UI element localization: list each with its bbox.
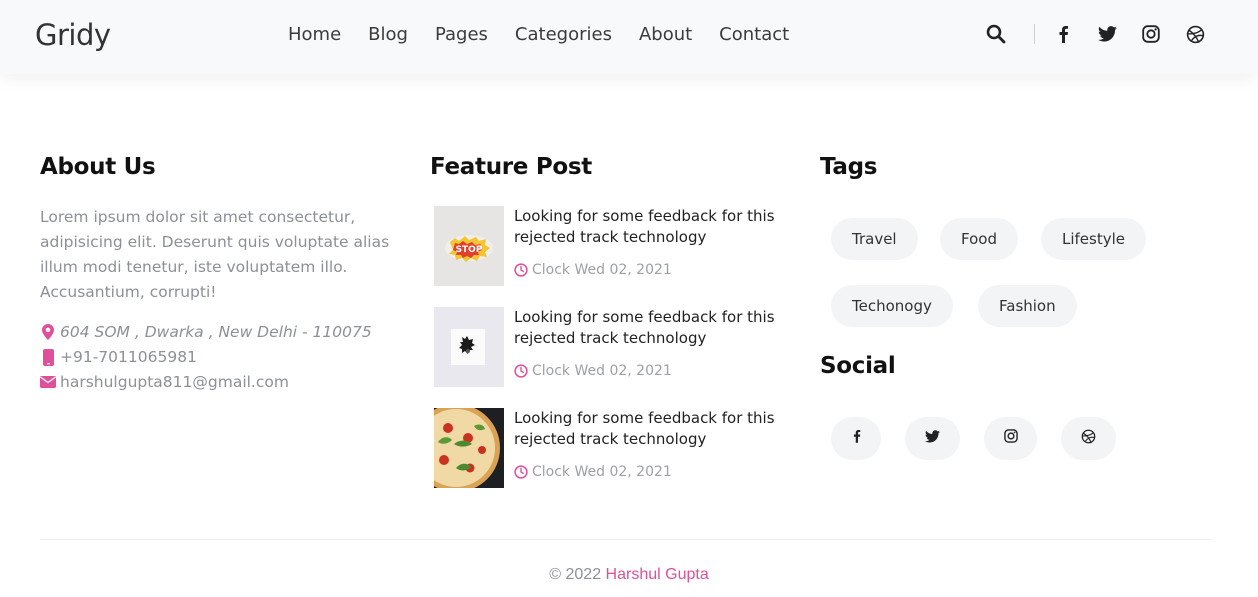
facebook-icon: [852, 429, 861, 448]
phone-icon: [40, 348, 56, 366]
address-line: 604 SOM , Dwarka , New Delhi - 110075: [40, 323, 372, 341]
instagram-icon[interactable]: [1140, 22, 1162, 46]
post-date: Clock Wed 02, 2021: [532, 464, 672, 480]
tag-technology[interactable]: Techonogy: [831, 285, 953, 327]
post-thumbnail[interactable]: [434, 307, 504, 387]
address-text: 604 SOM , Dwarka , New Delhi - 110075: [60, 323, 372, 341]
tag-travel[interactable]: Travel: [831, 218, 918, 260]
nav-categories[interactable]: Categories: [515, 23, 612, 47]
social-facebook-button[interactable]: [831, 417, 881, 460]
site-header: Gridy Home Blog Pages Categories About C…: [0, 0, 1258, 74]
feature-post[interactable]: Looking for some feedback for this rejec…: [434, 307, 794, 387]
footer-divider: [40, 539, 1211, 540]
clock-icon: [514, 465, 528, 479]
post-meta: Clock Wed 02, 2021: [514, 464, 672, 480]
footer: © 2022 Harshul Gupta: [0, 566, 1258, 584]
post-title[interactable]: Looking for some feedback for this rejec…: [514, 408, 784, 450]
post-title[interactable]: Looking for some feedback for this rejec…: [514, 206, 784, 248]
copyright-text: © 2022: [549, 566, 602, 583]
post-thumbnail[interactable]: STOP: [434, 206, 504, 286]
author-link[interactable]: Harshul Gupta: [606, 566, 709, 583]
facebook-icon[interactable]: [1052, 22, 1074, 46]
email-text[interactable]: harshulgupta811@gmail.com: [60, 373, 289, 391]
site-logo[interactable]: Gridy: [35, 18, 111, 52]
nav-about[interactable]: About: [639, 23, 692, 47]
dribbble-icon[interactable]: [1184, 22, 1206, 46]
feature-title: Feature Post: [430, 154, 592, 180]
about-title: About Us: [40, 154, 156, 180]
social-dribbble-button[interactable]: [1061, 417, 1116, 460]
post-date: Clock Wed 02, 2021: [532, 262, 672, 278]
clock-icon: [514, 263, 528, 277]
header-divider: [1034, 24, 1035, 44]
post-meta: Clock Wed 02, 2021: [514, 363, 672, 379]
phone-text: +91-7011065981: [60, 348, 197, 366]
email-line: harshulgupta811@gmail.com: [40, 373, 289, 391]
tag-lifestyle[interactable]: Lifestyle: [1041, 218, 1147, 260]
clock-icon: [514, 364, 528, 378]
sticker-lettering: STOP: [456, 245, 483, 255]
phone-line: +91-7011065981: [40, 348, 197, 366]
twitter-icon[interactable]: [1096, 22, 1118, 46]
post-date: Clock Wed 02, 2021: [532, 363, 672, 379]
post-title[interactable]: Looking for some feedback for this rejec…: [514, 307, 784, 349]
nav-pages[interactable]: Pages: [435, 23, 488, 47]
header-icons: [985, 22, 1228, 46]
instagram-icon: [1003, 429, 1018, 448]
feature-post[interactable]: STOP Looking for some feedback for this …: [434, 206, 794, 286]
social-twitter-button[interactable]: [905, 417, 960, 460]
dribbble-icon: [1081, 429, 1096, 449]
twitter-icon: [925, 429, 940, 448]
main-nav: Home Blog Pages Categories About Contact: [288, 23, 816, 47]
nav-blog[interactable]: Blog: [368, 23, 408, 47]
post-meta: Clock Wed 02, 2021: [514, 262, 672, 278]
about-text: Lorem ipsum dolor sit amet consectetur, …: [40, 208, 390, 301]
tag-fashion[interactable]: Fashion: [978, 285, 1077, 327]
search-icon[interactable]: [985, 22, 1007, 46]
envelope-icon: [40, 376, 56, 388]
location-pin-icon: [40, 324, 56, 340]
social-instagram-button[interactable]: [984, 417, 1037, 460]
nav-home[interactable]: Home: [288, 23, 341, 47]
post-thumbnail[interactable]: [434, 408, 504, 488]
social-title: Social: [820, 353, 896, 379]
tag-food[interactable]: Food: [940, 218, 1018, 260]
tags-title: Tags: [820, 154, 878, 180]
feature-post[interactable]: Looking for some feedback for this rejec…: [434, 408, 794, 488]
nav-contact[interactable]: Contact: [719, 23, 789, 47]
